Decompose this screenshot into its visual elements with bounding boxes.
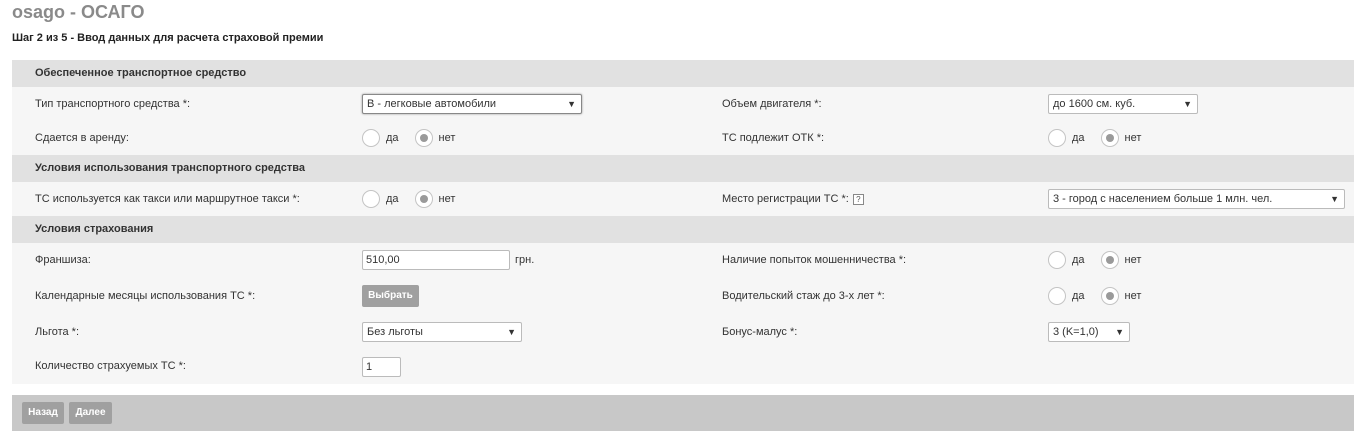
form-row: Календарные месяцы использования ТС *: В… [12,277,1354,315]
form-row: Сдается в аренду: да нет ТС подлежит ОТК… [12,121,1354,155]
fraud-no-label: нет [1124,254,1142,266]
engine-value: до 1600 см. куб. [1053,98,1136,110]
benefit-label: Льгота *: [35,326,80,338]
form-row: Франшиза: грн. Наличие попыток мошенниче… [12,243,1354,277]
bonus-value: 3 (K=1,0) [1053,326,1099,338]
experience-no-label: нет [1124,290,1142,302]
section-vehicle-body: Тип транспортного средства *: B - легков… [12,87,1354,155]
fraud-no-radio[interactable] [1100,251,1119,269]
vehicle-type-value: B - легковые автомобили [367,98,497,110]
experience-yes-radio[interactable] [1048,287,1066,305]
chevron-down-icon: ▼ [567,99,576,109]
rent-yes-label: да [386,132,399,144]
experience-yes-label: да [1072,290,1085,302]
registration-label: Место регистрации ТС *:? [722,182,864,216]
fraud-label: Наличие попыток мошенничества *: [722,254,907,266]
otk-no-label: нет [1124,132,1142,144]
count-label: Количество страхуемых ТС *: [35,360,186,372]
insurance-form: Обеспеченное транспортное средство Тип т… [12,60,1354,384]
otk-yes-radio[interactable] [1048,129,1066,147]
otk-no-radio[interactable] [1100,129,1119,147]
fraud-yes-radio[interactable] [1048,251,1066,269]
taxi-no-radio[interactable] [414,190,433,208]
rent-label: Сдается в аренду: [35,132,129,144]
section-usage-header: Условия использования транспортного сред… [12,155,1354,182]
help-icon[interactable]: ? [852,193,864,205]
taxi-label: ТС используется как такси или маршрутное… [35,193,300,205]
otk-label: ТС подлежит ОТК *: [722,132,825,144]
section-usage-body: ТС используется как такси или маршрутное… [12,182,1354,216]
form-row: Тип транспортного средства *: B - легков… [12,87,1354,121]
chevron-down-icon: ▼ [1115,327,1124,337]
choose-months-button[interactable]: Выбрать [362,285,419,307]
months-label: Календарные месяцы использования ТС *: [35,290,256,302]
form-row: Льгота *: Без льготы ▼ Бонус-малус *: 3 … [12,315,1354,349]
vehicle-type-label: Тип транспортного средства *: [35,98,191,110]
benefit-select[interactable]: Без льготы ▼ [362,322,522,342]
franchise-input[interactable] [362,250,510,270]
registration-label-text: Место регистрации ТС *: [722,193,849,205]
taxi-no-label: нет [438,193,456,205]
otk-yes-label: да [1072,132,1085,144]
section-insurance-body: Франшиза: грн. Наличие попыток мошенниче… [12,243,1354,384]
section-vehicle-header: Обеспеченное транспортное средство [12,60,1354,87]
franchise-label: Франшиза: [35,254,91,266]
rent-no-label: нет [438,132,456,144]
vehicle-type-select[interactable]: B - легковые автомобили ▼ [362,94,582,114]
chevron-down-icon: ▼ [1330,194,1339,204]
benefit-value: Без льготы [367,326,423,338]
chevron-down-icon: ▼ [1183,99,1192,109]
bonus-select[interactable]: 3 (K=1,0) ▼ [1048,322,1130,342]
count-input[interactable] [362,356,401,377]
next-button[interactable]: Далее [69,402,112,424]
engine-label: Объем двигателя *: [722,98,822,110]
rent-no-radio[interactable] [414,129,433,147]
page-title: osago - ОСАГО [12,2,145,22]
franchise-unit: грн. [515,254,535,266]
experience-label: Водительский стаж до 3-х лет *: [722,290,885,302]
section-insurance-header: Условия страхования [12,216,1354,243]
taxi-yes-radio[interactable] [362,190,380,208]
form-row: Количество страхуемых ТС *: [12,349,1354,384]
registration-select[interactable]: 3 - город с населением больше 1 млн. чел… [1048,189,1345,209]
registration-value: 3 - город с населением больше 1 млн. чел… [1053,193,1273,205]
form-row: ТС используется как такси или маршрутное… [12,182,1354,216]
chevron-down-icon: ▼ [507,327,516,337]
fraud-yes-label: да [1072,254,1085,266]
engine-select[interactable]: до 1600 см. куб. ▼ [1048,94,1198,114]
rent-yes-radio[interactable] [362,129,380,147]
bonus-label: Бонус-малус *: [722,326,798,338]
experience-no-radio[interactable] [1100,287,1119,305]
step-title: Шаг 2 из 5 - Ввод данных для расчета стр… [12,32,324,44]
back-button[interactable]: Назад [22,402,64,424]
taxi-yes-label: да [386,193,399,205]
form-footer: Назад Далее [12,395,1354,431]
